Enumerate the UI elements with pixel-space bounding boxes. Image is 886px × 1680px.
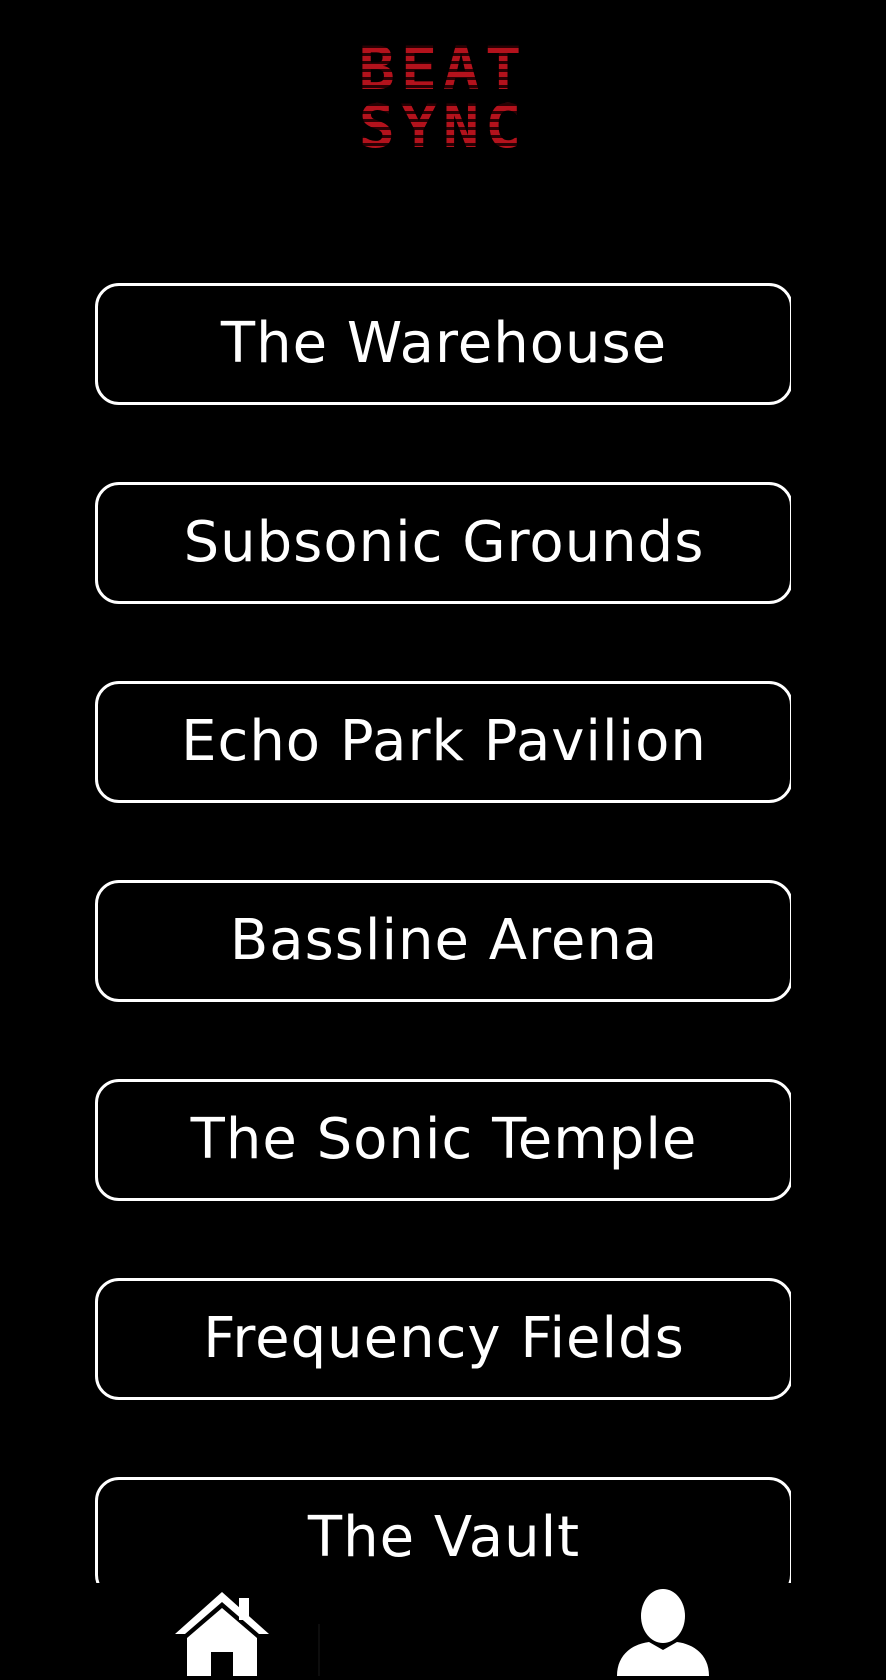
- venue-button-the-vault[interactable]: The Vault: [95, 1477, 791, 1583]
- venue-button-echo-park-pavilion[interactable]: Echo Park Pavilion: [95, 681, 791, 803]
- venue-button-subsonic-grounds[interactable]: Subsonic Grounds: [95, 482, 791, 604]
- venue-button-frequency-fields[interactable]: Frequency Fields: [95, 1278, 791, 1400]
- venue-button-the-sonic-temple[interactable]: The Sonic Temple: [95, 1079, 791, 1201]
- logo-line-1: BEAT: [0, 39, 886, 99]
- logo-line-2: SYNC: [0, 97, 886, 157]
- venue-list: The Warehouse Subsonic Grounds Echo Park…: [95, 283, 791, 1583]
- home-icon[interactable]: [175, 1590, 269, 1676]
- app-logo: BEAT SYNC: [0, 39, 886, 157]
- nav-divider: [318, 1624, 320, 1676]
- user-icon[interactable]: [615, 1588, 711, 1676]
- bottom-nav: [0, 1584, 886, 1676]
- venue-button-the-warehouse[interactable]: The Warehouse: [95, 283, 791, 405]
- venue-button-bassline-arena[interactable]: Bassline Arena: [95, 880, 791, 1002]
